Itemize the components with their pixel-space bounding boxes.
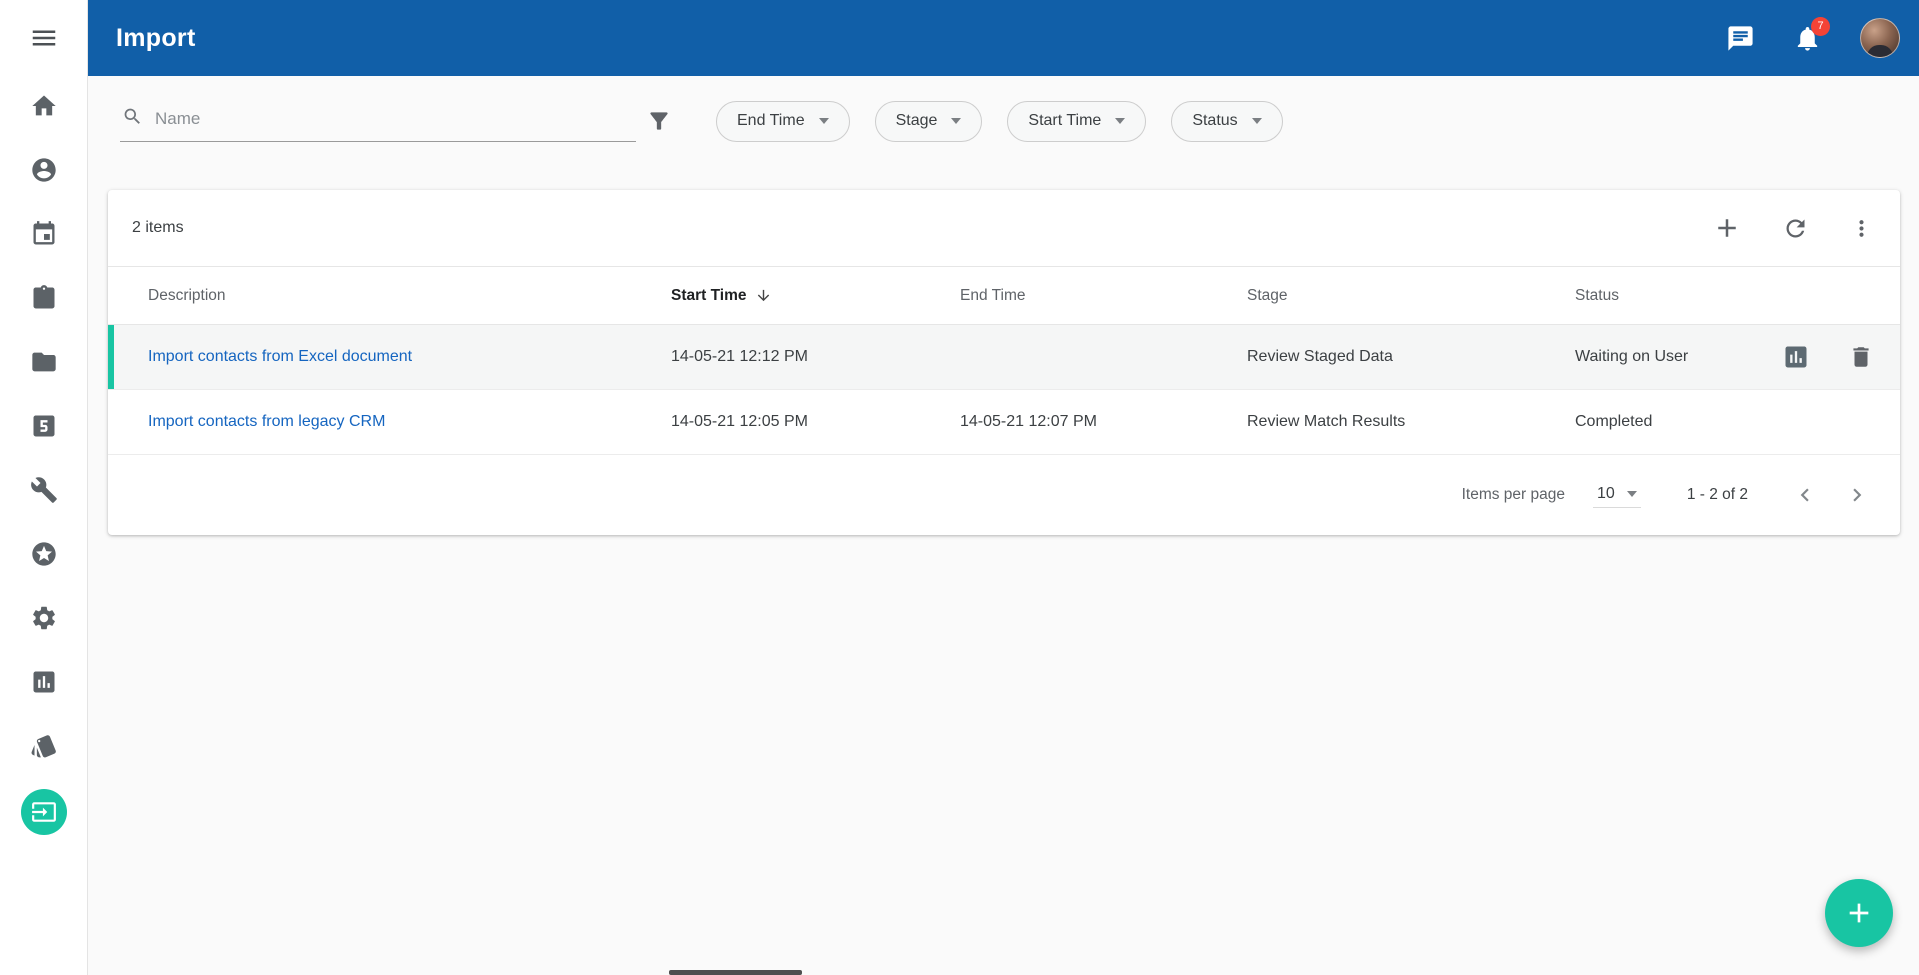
filter-bar: End Time Stage Start Time Status <box>88 76 1919 166</box>
sidebar-item-calendar[interactable] <box>0 204 88 268</box>
sidebar <box>0 0 88 975</box>
chevron-down-icon <box>819 118 829 124</box>
chevron-down-icon <box>1627 491 1637 497</box>
column-header-status[interactable]: Status <box>1575 287 1768 305</box>
filter-chip-start-time[interactable]: Start Time <box>1007 101 1146 142</box>
wrench-icon <box>30 476 58 509</box>
clipboard-icon <box>30 284 58 317</box>
add-icon[interactable] <box>1712 213 1742 243</box>
row-stage: Review Match Results <box>1247 413 1575 431</box>
column-header-description[interactable]: Description <box>148 287 671 305</box>
pagination-range: 1 - 2 of 2 <box>1687 486 1748 504</box>
row-analytics-icon[interactable] <box>1782 343 1810 371</box>
row-status: Waiting on User <box>1575 348 1768 366</box>
column-header-stage[interactable]: Stage <box>1247 287 1575 305</box>
table-row[interactable]: Import contacts from Excel document 14-0… <box>108 325 1900 390</box>
kebab-menu-icon[interactable] <box>1849 216 1874 241</box>
search-field <box>120 100 636 142</box>
import-list-card: 2 items Description Start Time End Time … <box>108 190 1900 535</box>
filter-chips: End Time Stage Start Time Status <box>716 101 1283 142</box>
notification-badge: 7 <box>1811 17 1830 36</box>
sidebar-item-home[interactable] <box>0 76 88 140</box>
folder-icon <box>30 348 58 381</box>
sidebar-item-tasks[interactable] <box>0 268 88 332</box>
row-description-link[interactable]: Import contacts from Excel document <box>148 348 412 365</box>
sidebar-item-settings[interactable] <box>0 588 88 652</box>
chevron-down-icon <box>1115 118 1125 124</box>
import-icon <box>21 789 67 835</box>
user-avatar[interactable] <box>1860 18 1900 58</box>
filter-chip-end-time[interactable]: End Time <box>716 101 850 142</box>
chevron-down-icon <box>1252 118 1262 124</box>
items-count: 2 items <box>132 219 184 237</box>
card-toolbar: 2 items <box>108 190 1900 266</box>
page-title: Import <box>116 24 196 53</box>
sidebar-item-tools[interactable] <box>0 460 88 524</box>
bar-chart-icon <box>30 668 58 701</box>
sidebar-nav <box>0 76 88 844</box>
table-header-row: Description Start Time End Time Stage St… <box>108 266 1900 325</box>
filter-chip-stage[interactable]: Stage <box>875 101 983 142</box>
items-per-page-label: Items per page <box>1462 486 1565 504</box>
items-per-page-value: 10 <box>1597 485 1615 503</box>
chat-icon[interactable] <box>1726 24 1755 53</box>
next-page-icon[interactable] <box>1840 478 1874 512</box>
chip-label: End Time <box>737 112 805 130</box>
previous-page-icon[interactable] <box>1788 478 1822 512</box>
calendar-icon <box>30 220 58 253</box>
row-end-time: 14-05-21 12:07 PM <box>960 413 1247 431</box>
notifications-icon[interactable]: 7 <box>1793 24 1822 53</box>
sidebar-item-import[interactable] <box>0 780 88 844</box>
add-record-fab[interactable] <box>1825 879 1893 947</box>
row-delete-icon[interactable] <box>1848 344 1874 370</box>
chevron-down-icon <box>951 118 961 124</box>
avatar-photo <box>1860 18 1900 58</box>
sidebar-item-contacts[interactable] <box>0 140 88 204</box>
search-icon <box>122 106 143 132</box>
pagination-bar: Items per page 10 1 - 2 of 2 <box>108 455 1900 535</box>
row-start-time: 14-05-21 12:12 PM <box>671 348 960 366</box>
chip-label: Start Time <box>1028 112 1101 130</box>
deals-icon <box>30 732 58 765</box>
column-label: Start Time <box>671 287 747 305</box>
star-circle-icon <box>30 540 58 573</box>
sidebar-item-reports[interactable] <box>0 652 88 716</box>
row-stage: Review Staged Data <box>1247 348 1575 366</box>
account-circle-icon <box>30 156 58 189</box>
horizontal-scrollbar-thumb[interactable] <box>669 970 802 975</box>
table-row[interactable]: Import contacts from legacy CRM 14-05-21… <box>108 390 1900 455</box>
row-description-link[interactable]: Import contacts from legacy CRM <box>148 413 385 430</box>
sort-arrow-down-icon <box>755 287 772 304</box>
sidebar-item-documents[interactable] <box>0 332 88 396</box>
home-icon <box>30 92 58 125</box>
filter-chip-status[interactable]: Status <box>1171 101 1282 142</box>
number5-card-icon <box>30 412 58 445</box>
refresh-icon[interactable] <box>1782 215 1809 242</box>
chip-label: Status <box>1192 112 1237 130</box>
app-header: Import 7 <box>88 0 1919 76</box>
gear-icon <box>30 604 58 637</box>
plus-icon <box>1843 897 1875 929</box>
sidebar-item-favorites[interactable] <box>0 524 88 588</box>
column-header-end-time[interactable]: End Time <box>960 287 1247 305</box>
chip-label: Stage <box>896 112 938 130</box>
search-input[interactable] <box>155 109 634 129</box>
row-status: Completed <box>1575 413 1768 431</box>
menu-icon[interactable] <box>29 23 59 53</box>
column-header-start-time[interactable]: Start Time <box>671 287 960 305</box>
items-per-page-select[interactable]: 10 <box>1593 483 1641 508</box>
sidebar-item-deals[interactable] <box>0 716 88 780</box>
sidebar-item-opportunities[interactable] <box>0 396 88 460</box>
filter-funnel-icon[interactable] <box>646 108 672 134</box>
row-start-time: 14-05-21 12:05 PM <box>671 413 960 431</box>
